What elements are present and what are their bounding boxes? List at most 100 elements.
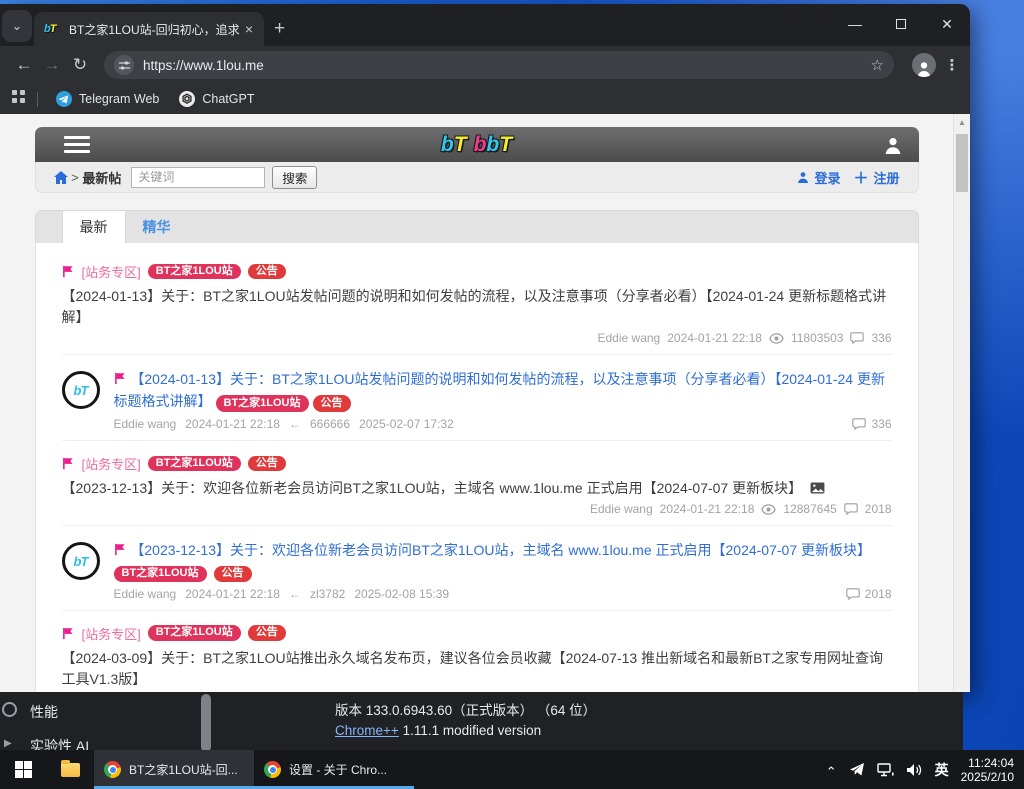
last-reply-user[interactable]: zl3782 bbox=[310, 587, 345, 601]
comment-count: 2018 bbox=[865, 502, 892, 516]
clock-date: 2025/2/10 bbox=[961, 770, 1014, 784]
scrollbar-up-icon[interactable]: ▲ bbox=[954, 114, 970, 127]
search-button[interactable]: 搜索 bbox=[272, 166, 317, 189]
close-button[interactable]: ✕ bbox=[924, 4, 970, 44]
post-title[interactable]: 【2024-03-09】关于：BT之家1LOU站推出永久域名发布页，建议各位会员… bbox=[62, 648, 892, 690]
register-plus-icon: ＋ bbox=[853, 167, 868, 188]
maximize-button[interactable] bbox=[878, 4, 924, 44]
post-badge-row: BT之家1LOU站公告 bbox=[114, 566, 892, 582]
file-explorer-button[interactable] bbox=[47, 750, 94, 789]
post-badge[interactable]: 公告 bbox=[248, 625, 286, 641]
search-input[interactable] bbox=[131, 167, 265, 188]
post-badge[interactable]: 公告 bbox=[248, 456, 286, 472]
register-link[interactable]: 注册 bbox=[873, 168, 899, 187]
post-badge[interactable]: BT之家1LOU站 bbox=[114, 566, 207, 582]
system-tray: ⌃ 英 11:24:04 2025/2/10 bbox=[826, 750, 1024, 789]
post-category[interactable]: [站务专区] bbox=[82, 624, 141, 643]
tray-volume-icon[interactable] bbox=[906, 763, 923, 777]
scrollbar-thumb[interactable] bbox=[956, 134, 968, 192]
back-button[interactable]: ← bbox=[10, 55, 38, 75]
last-reply-time: 2025-02-08 15:39 bbox=[354, 587, 449, 601]
browser-window: ⌄ bT BT之家1LOU站-回归初心，追求 × + — ✕ ← → ↻ htt… bbox=[0, 4, 970, 692]
settings-scrollbar-thumb[interactable] bbox=[201, 694, 211, 752]
telegram-icon bbox=[56, 91, 72, 107]
post-badge[interactable]: BT之家1LOU站 bbox=[216, 395, 309, 412]
post-badge[interactable]: 公告 bbox=[248, 264, 286, 280]
post-badge[interactable]: 公告 bbox=[214, 566, 252, 582]
header-user-icon[interactable] bbox=[883, 135, 903, 160]
chrome-version-text: 版本 133.0.6943.60（正式版本） （64 位） bbox=[335, 699, 596, 719]
last-reply-time: 2025-02-07 17:32 bbox=[359, 417, 454, 431]
post-badge[interactable]: 公告 bbox=[313, 395, 351, 412]
page-scrollbar[interactable]: ▲ bbox=[953, 114, 970, 692]
post-author[interactable]: Eddie wang bbox=[114, 417, 177, 431]
flag-icon bbox=[62, 265, 75, 278]
comment-count: 336 bbox=[871, 417, 891, 431]
post-category[interactable]: [站务专区] bbox=[82, 262, 141, 281]
new-tab-button[interactable]: + bbox=[274, 18, 285, 40]
post-badge[interactable]: BT之家1LOU站 bbox=[148, 456, 241, 472]
post-title-link[interactable]: 【2023-12-13】关于：欢迎各位新老会员访问BT之家1LOU站，主域名 w… bbox=[114, 539, 892, 561]
post-author[interactable]: Eddie wang bbox=[114, 587, 177, 601]
browser-tab[interactable]: bT BT之家1LOU站-回归初心，追求 × bbox=[34, 12, 264, 46]
post-title[interactable]: 【2024-01-13】关于：BT之家1LOU站发帖问题的说明和如何发帖的流程，… bbox=[62, 286, 892, 328]
tab-close-icon[interactable]: × bbox=[242, 21, 256, 37]
chrome-plus-link[interactable]: Chrome++ bbox=[335, 723, 399, 738]
tray-network-icon[interactable] bbox=[877, 763, 894, 777]
menu-hamburger-icon[interactable] bbox=[55, 131, 99, 158]
bookmark-label: Telegram Web bbox=[79, 92, 159, 106]
views-icon bbox=[769, 333, 784, 344]
bookmark-star-icon[interactable]: ☆ bbox=[871, 56, 884, 74]
browser-menu-icon[interactable]: ⋮ bbox=[944, 56, 960, 74]
tray-telegram-icon[interactable] bbox=[849, 762, 865, 777]
breadcrumb-current[interactable]: 最新帖 bbox=[82, 168, 121, 187]
site-settings-icon[interactable] bbox=[114, 55, 134, 75]
taskbar-task-browser[interactable]: BT之家1LOU站-回... bbox=[94, 750, 254, 789]
login-link[interactable]: 登录 bbox=[814, 168, 840, 187]
reload-button[interactable]: ↻ bbox=[66, 55, 94, 75]
tab-latest[interactable]: 最新 bbox=[62, 211, 126, 243]
breadcrumb-separator: > bbox=[68, 170, 83, 185]
browser-toolbar: ← → ↻ https://www.1lou.me ☆ ⋮ bbox=[0, 46, 970, 84]
minimize-button[interactable]: — bbox=[832, 4, 878, 44]
tab-search-button[interactable]: ⌄ bbox=[2, 10, 32, 42]
taskbar-task-settings[interactable]: 设置 - 关于 Chro... bbox=[254, 750, 414, 789]
post-item: [站务专区] BT之家1LOU站公告【2024-03-09】关于：BT之家1LOU… bbox=[62, 611, 892, 693]
last-reply-user[interactable]: 666666 bbox=[310, 417, 350, 431]
chrome-icon bbox=[264, 761, 281, 778]
post-item: [站务专区] BT之家1LOU站公告【2024-01-13】关于：BT之家1LOU… bbox=[62, 249, 892, 355]
forward-button[interactable]: → bbox=[38, 55, 66, 75]
image-attachment-icon bbox=[810, 482, 825, 494]
windows-logo-icon bbox=[15, 761, 33, 779]
site-logo[interactable]: bTbbT bbox=[441, 134, 512, 155]
post-badge-row: [站务专区] BT之家1LOU站公告 bbox=[62, 454, 892, 473]
apps-grid-icon[interactable] bbox=[12, 90, 25, 108]
performance-icon bbox=[2, 702, 17, 717]
post-category[interactable]: [站务专区] bbox=[82, 454, 141, 473]
post-title[interactable]: 【2023-12-13】关于：欢迎各位新老会员访问BT之家1LOU站，主域名 w… bbox=[62, 478, 892, 499]
home-icon[interactable] bbox=[54, 171, 68, 184]
avatar[interactable]: bT bbox=[62, 542, 100, 580]
address-bar[interactable]: https://www.1lou.me ☆ bbox=[104, 51, 894, 79]
post-author[interactable]: Eddie wang bbox=[598, 331, 661, 345]
url-text[interactable]: https://www.1lou.me bbox=[143, 58, 871, 73]
avatar[interactable]: bT bbox=[62, 371, 100, 409]
post-item: [站务专区] BT之家1LOU站公告【2023-12-13】关于：欢迎各位新老会员… bbox=[62, 441, 892, 526]
tray-clock[interactable]: 11:24:04 2025/2/10 bbox=[961, 756, 1014, 784]
post-badge[interactable]: BT之家1LOU站 bbox=[148, 625, 241, 641]
tray-language-indicator[interactable]: 英 bbox=[935, 760, 949, 780]
tab-digest[interactable]: 精华 bbox=[126, 211, 188, 243]
post-title-link[interactable]: 【2024-01-13】关于：BT之家1LOU站发帖问题的说明和如何发帖的流程，… bbox=[114, 368, 892, 412]
flag-icon bbox=[62, 457, 75, 470]
bookmark-telegram[interactable]: Telegram Web bbox=[50, 91, 165, 107]
sidebar-item-performance[interactable]: 性能 bbox=[30, 702, 58, 722]
chrome-plus-suffix: 1.11.1 modified version bbox=[403, 723, 542, 738]
start-button[interactable] bbox=[0, 750, 47, 789]
profile-avatar-icon[interactable] bbox=[912, 53, 936, 77]
bookmark-chatgpt[interactable]: ChatGPT bbox=[173, 91, 260, 107]
post-badge[interactable]: BT之家1LOU站 bbox=[148, 264, 241, 280]
task-title: BT之家1LOU站-回... bbox=[129, 761, 238, 778]
post-author[interactable]: Eddie wang bbox=[590, 502, 653, 516]
task-title: 设置 - 关于 Chro... bbox=[289, 761, 387, 778]
tray-expand-icon[interactable]: ⌃ bbox=[826, 764, 837, 780]
